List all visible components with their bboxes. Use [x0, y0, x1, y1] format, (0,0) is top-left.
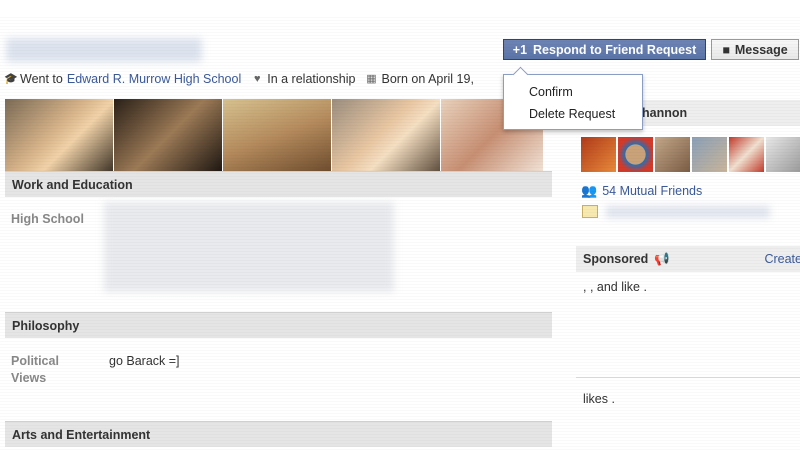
- respond-friend-request-button[interactable]: +1 Respond to Friend Request: [503, 39, 706, 60]
- contact-card-icon: [582, 205, 598, 218]
- contact-info-redacted: [606, 206, 770, 218]
- profile-name-redacted: [6, 38, 202, 62]
- megaphone-icon: 📢: [654, 251, 670, 266]
- mutual-friends-text: 54 Mutual Friends: [602, 184, 703, 198]
- profile-photo[interactable]: [223, 99, 331, 174]
- delete-request-menu-item[interactable]: Delete Request: [529, 107, 615, 121]
- profile-photo[interactable]: [114, 99, 222, 174]
- high-school-value-redacted: [104, 202, 394, 292]
- sidebar-divider: [576, 377, 800, 378]
- school-link[interactable]: Edward R. Murrow High School: [67, 72, 241, 86]
- heart-icon: ♥: [253, 72, 261, 85]
- create-ad-link[interactable]: Create: [764, 252, 800, 266]
- photo-strip: [5, 99, 543, 174]
- friend-thumbnail[interactable]: [581, 137, 616, 172]
- friend-thumbnail[interactable]: [692, 137, 727, 172]
- profile-frame: 🎓 Went to Edward R. Murrow High School ♥…: [0, 16, 800, 450]
- respond-button-label: Respond to Friend Request: [533, 42, 697, 57]
- mutual-friends-link[interactable]: 👥 54 Mutual Friends: [581, 183, 702, 199]
- high-school-label: High School: [11, 212, 84, 226]
- political-views-value: go Barack =]: [109, 354, 180, 368]
- calendar-icon: ▦: [366, 72, 377, 85]
- born-text: Born on April 19,: [381, 72, 474, 86]
- profile-info-line: 🎓 Went to Edward R. Murrow High School ♥…: [4, 70, 474, 88]
- sponsored-likes-text: , , and like .: [583, 280, 647, 294]
- message-button[interactable]: ■ Message: [711, 39, 799, 60]
- political-label-line2: Views: [11, 371, 47, 385]
- speech-bubble-icon: ■: [722, 42, 730, 57]
- profile-photo[interactable]: [332, 99, 440, 174]
- graduation-cap-icon: 🎓: [4, 72, 18, 85]
- respond-dropdown-menu: Confirm Delete Request: [503, 66, 643, 130]
- friends-icon: 👥: [581, 183, 598, 198]
- dropdown-caret: [512, 66, 529, 83]
- add-friend-icon: +1: [512, 42, 528, 57]
- sidebar-likes-text: likes .: [583, 392, 615, 406]
- political-views-label: Political Views: [11, 353, 59, 387]
- friend-thumbnail[interactable]: [766, 137, 800, 172]
- sponsored-header: Sponsored 📢 Create: [576, 246, 800, 272]
- profile-photo[interactable]: [5, 99, 113, 174]
- went-to-text: Went to: [20, 72, 63, 86]
- confirm-menu-item[interactable]: Confirm: [529, 85, 573, 99]
- friend-thumbnail[interactable]: [729, 137, 764, 172]
- relationship-text: In a relationship: [267, 72, 356, 86]
- political-label-line1: Political: [11, 354, 59, 368]
- friend-thumbnails: [581, 137, 800, 172]
- message-button-label: Message: [734, 42, 788, 57]
- work-education-header: Work and Education: [5, 171, 552, 197]
- arts-entertainment-header: Arts and Entertainment: [5, 421, 552, 447]
- philosophy-header: Philosophy: [5, 312, 552, 338]
- friend-thumbnail[interactable]: [618, 137, 653, 172]
- sponsored-label: Sponsored: [583, 252, 649, 266]
- friend-name-partial: hannon: [642, 106, 688, 120]
- friend-thumbnail[interactable]: [655, 137, 690, 172]
